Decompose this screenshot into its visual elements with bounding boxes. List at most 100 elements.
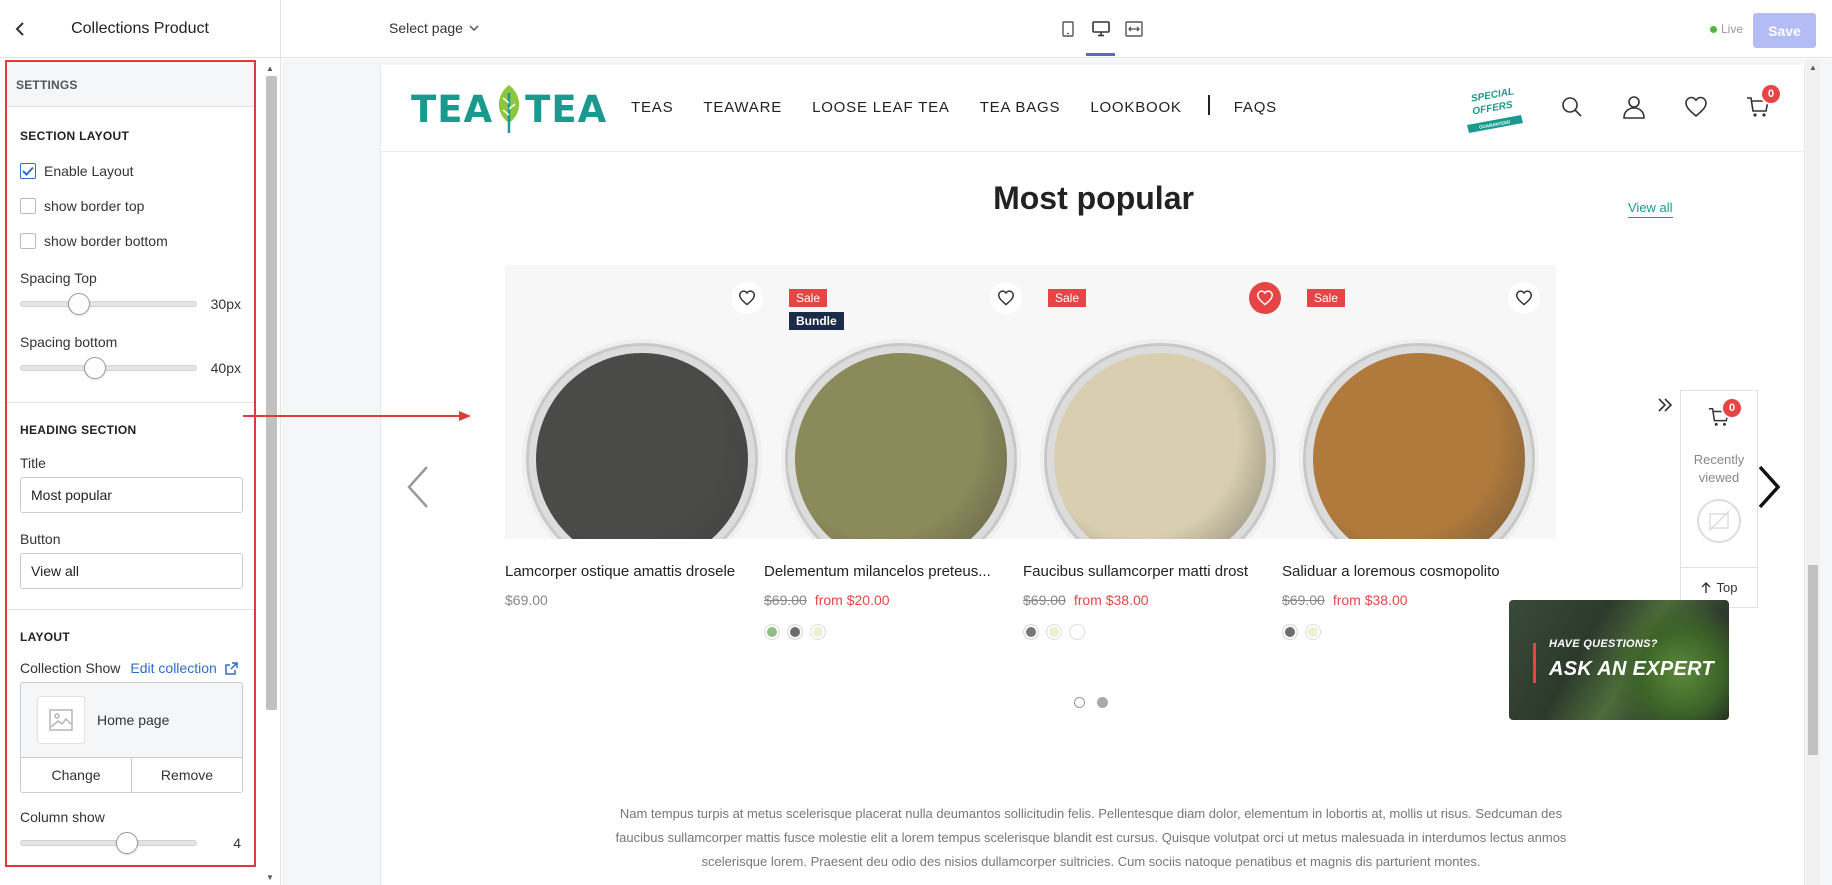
add-to-wishlist-button[interactable] — [731, 282, 763, 314]
nav-lookbook[interactable]: LOOKBOOK — [1090, 99, 1181, 116]
nav-faqs[interactable]: FAQS — [1234, 99, 1277, 116]
cart-button[interactable]: 0 — [1746, 83, 1782, 119]
expert-question: HAVE QUESTIONS? — [1549, 638, 1658, 650]
account-button[interactable] — [1622, 95, 1646, 119]
color-swatch[interactable] — [1305, 624, 1321, 640]
desktop-view-button[interactable] — [1084, 0, 1117, 58]
color-swatch[interactable] — [787, 624, 803, 640]
nav-tea-bags[interactable]: TEA BAGS — [980, 99, 1061, 116]
image-placeholder-icon — [37, 696, 85, 744]
compare-price: $69.00 — [1023, 592, 1066, 608]
panel-header: Collections Product — [0, 0, 280, 58]
color-swatch[interactable] — [1023, 624, 1039, 640]
tea-tin-image — [1040, 339, 1280, 539]
carousel-prev-arrow-icon[interactable] — [403, 463, 431, 511]
column-show-knob[interactable] — [115, 832, 138, 854]
spacing-top-slider-row: 30px — [20, 290, 241, 318]
heart-icon — [1256, 290, 1274, 306]
view-all-link[interactable]: View all — [1628, 200, 1673, 218]
collapse-widget-button[interactable] — [1650, 390, 1680, 420]
product-name[interactable]: Delementum milancelos preteus... — [764, 563, 1038, 580]
tea-tin-image — [522, 339, 762, 539]
add-to-wishlist-button[interactable] — [1508, 282, 1540, 314]
external-link-icon[interactable] — [225, 661, 238, 675]
border-bottom-checkbox[interactable]: show border bottom — [20, 223, 241, 258]
scroll-up-icon[interactable]: ▲ — [266, 64, 274, 73]
layout-group: LAYOUT Collection Show Edit collection H… — [7, 610, 254, 857]
live-label: Live — [1721, 22, 1744, 36]
column-show-slider-row: 4 — [20, 829, 241, 857]
nav-teaware[interactable]: TEAWARE — [703, 99, 782, 116]
color-swatch[interactable] — [1046, 624, 1062, 640]
spacing-top-knob[interactable] — [68, 293, 91, 315]
color-swatches — [764, 624, 1038, 640]
fullscreen-view-button[interactable] — [1117, 0, 1150, 58]
product-image[interactable]: Sale Bundle — [764, 265, 1038, 539]
preview-scrollbar[interactable]: ▲ — [1806, 59, 1820, 885]
product-card[interactable]: Lamcorper ostique amattis drosele $69.00 — [505, 265, 779, 624]
add-to-wishlist-button[interactable] — [1249, 282, 1281, 314]
column-show-slider[interactable] — [20, 832, 198, 854]
pagination-dot-active[interactable] — [1097, 697, 1108, 708]
collection-picker: Home page Change Remove — [20, 682, 243, 793]
border-top-label: show border top — [44, 197, 145, 214]
floating-widget: 0 Recently viewed Top — [1650, 390, 1758, 608]
product-card[interactable]: Sale Bundle Delementum milancelos preteus.… — [764, 265, 1038, 640]
section-layout-heading: SECTION LAYOUT — [20, 129, 130, 143]
panel-scroll-thumb[interactable] — [266, 76, 277, 710]
main-nav: TEAS TEAWARE LOOSE LEAF TEA TEA BAGS LOO… — [631, 95, 1307, 116]
product-price: $69.00 from $20.00 — [764, 592, 1038, 608]
preview-scroll-thumb[interactable] — [1808, 565, 1818, 755]
product-image[interactable] — [505, 265, 779, 539]
spacing-bottom-knob[interactable] — [84, 357, 107, 379]
product-image[interactable]: Sale — [1282, 265, 1556, 539]
wishlist-button[interactable] — [1684, 95, 1708, 119]
ask-expert-banner[interactable]: HAVE QUESTIONS? ASK AN EXPERT — [1509, 600, 1729, 720]
product-card[interactable]: Sale Saliduar a loremous cosmopolito $69.0… — [1282, 265, 1556, 640]
heading-section-heading: HEADING SECTION — [20, 423, 137, 437]
product-name[interactable]: Faucibus sullamcorper matti drost — [1023, 563, 1297, 580]
color-swatch[interactable] — [764, 624, 780, 640]
product-card[interactable]: Sale Faucibus sullamcorper matti drost $69… — [1023, 265, 1297, 640]
carousel-next-arrow-icon[interactable] — [1756, 463, 1784, 511]
scroll-up-icon[interactable]: ▲ — [1809, 63, 1817, 72]
title-label: Title — [20, 455, 46, 471]
search-button[interactable] — [1560, 95, 1584, 119]
tea-tin-image — [781, 339, 1021, 539]
color-swatch[interactable] — [810, 624, 826, 640]
tea-tea-logo[interactable]: TEA TEA — [411, 83, 607, 135]
product-name[interactable]: Lamcorper ostique amattis drosele — [505, 563, 779, 580]
select-page-dropdown[interactable]: Select page — [389, 20, 479, 36]
product-name[interactable]: Saliduar a loremous cosmopolito — [1282, 563, 1556, 580]
spacing-top-slider[interactable] — [20, 293, 198, 315]
mobile-view-button[interactable] — [1051, 0, 1084, 58]
color-swatch[interactable] — [1282, 624, 1298, 640]
edit-collection-link[interactable]: Edit collection — [130, 660, 216, 676]
nav-loose-leaf-tea[interactable]: LOOSE LEAF TEA — [812, 99, 950, 116]
button-input[interactable] — [20, 553, 243, 589]
panel-scrollbar[interactable]: ▲ ▼ — [264, 62, 278, 882]
pagination-dot[interactable] — [1074, 697, 1085, 708]
border-top-checkbox[interactable]: show border top — [20, 188, 241, 223]
back-button[interactable] — [0, 0, 40, 58]
chevron-down-icon — [469, 25, 479, 31]
color-swatch[interactable] — [1069, 624, 1085, 640]
product-image[interactable]: Sale — [1023, 265, 1297, 539]
live-dot-icon — [1710, 25, 1717, 33]
spacing-bottom-slider[interactable] — [20, 357, 198, 379]
nav-teas[interactable]: TEAS — [631, 99, 673, 116]
special-offers-badge[interactable]: SPECIAL OFFERS GUARANTEED — [1463, 85, 1525, 133]
remove-button[interactable]: Remove — [131, 758, 242, 792]
leaf-logo-icon — [499, 85, 520, 133]
enable-layout-checkbox[interactable]: Enable Layout — [20, 153, 241, 188]
save-button[interactable]: Save — [1753, 13, 1816, 48]
widget-cart-button[interactable]: 0 — [1681, 391, 1757, 443]
carousel-pagination — [1074, 697, 1108, 708]
title-input[interactable] — [20, 477, 243, 513]
spacing-top-label: Spacing Top — [20, 270, 97, 286]
top-toolbar: Select page Live Save — [281, 0, 1832, 58]
scroll-down-icon[interactable]: ▼ — [266, 873, 274, 882]
add-to-wishlist-button[interactable] — [990, 282, 1022, 314]
spacing-bottom-value: 40px — [210, 360, 241, 376]
change-button[interactable]: Change — [21, 758, 131, 792]
